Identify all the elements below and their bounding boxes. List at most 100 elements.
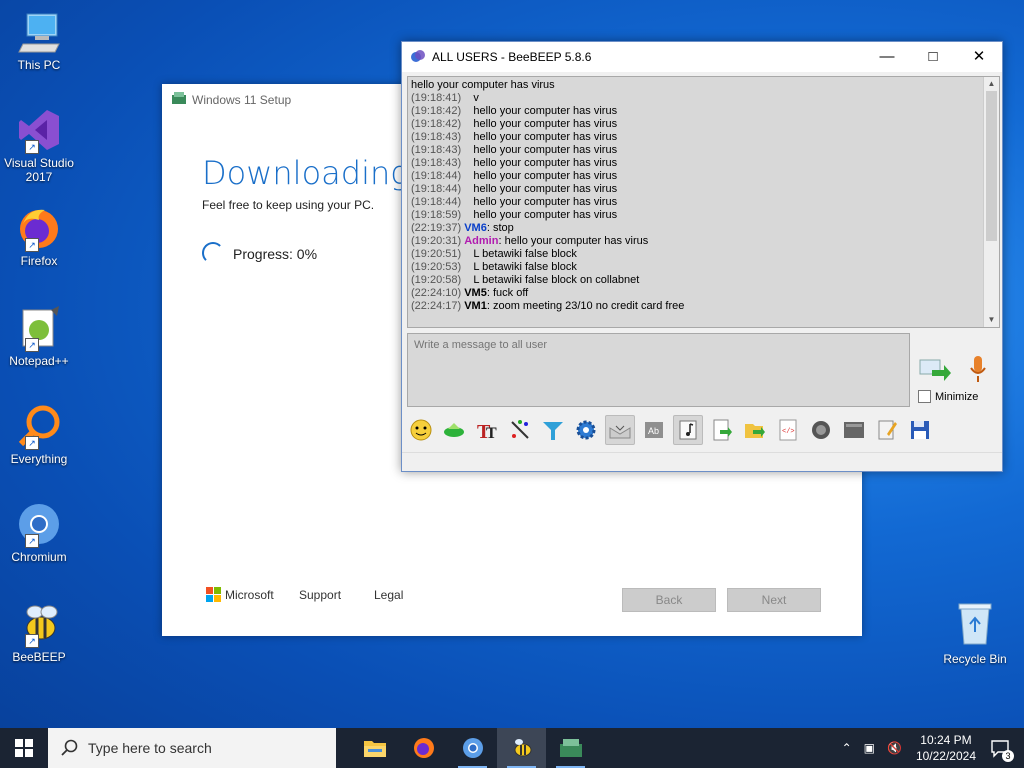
desktop-icon-label: Chromium xyxy=(11,550,67,564)
desktop-icon-chromium[interactable]: ↗ Chromium xyxy=(4,500,74,564)
message-sender[interactable]: VM6 xyxy=(464,222,487,234)
chat-toolbar: TT Ab </> xyxy=(407,412,998,448)
edit-note-icon[interactable] xyxy=(873,416,901,444)
screenshot-icon[interactable] xyxy=(807,416,835,444)
scroll-down-icon[interactable]: ▼ xyxy=(984,313,999,327)
chat-message-log[interactable]: hello your computer has virus (19:18:41) … xyxy=(407,76,1000,328)
chat-message: (22:24:10) VM5: fuck off xyxy=(411,287,529,299)
desktop-icon-label: This PC xyxy=(17,58,61,72)
message-text: fuck off xyxy=(492,287,529,299)
svg-text:Ab: Ab xyxy=(648,426,659,436)
message-text: hello your computer has virus xyxy=(473,105,618,117)
save-chat-icon[interactable] xyxy=(605,415,635,445)
scroll-up-icon[interactable]: ▲ xyxy=(984,77,999,91)
network-icon[interactable]: ▣ xyxy=(864,741,875,755)
microsoft-logo: Microsoft xyxy=(206,587,274,602)
progress-text: Progress: 0% xyxy=(233,246,318,262)
save-as-icon[interactable] xyxy=(906,416,934,444)
message-text: hello your computer has virus xyxy=(473,196,618,208)
visual-studio-icon: ↗ xyxy=(15,106,63,154)
taskbar-windows-setup[interactable] xyxy=(546,728,595,768)
send-file-icon[interactable] xyxy=(708,416,736,444)
taskbar-beebeep[interactable] xyxy=(497,728,546,768)
start-button[interactable] xyxy=(0,728,48,768)
font-icon[interactable]: TT xyxy=(473,416,501,444)
taskbar-search-box[interactable]: Type here to search xyxy=(48,728,336,768)
html-code-icon[interactable]: </> xyxy=(774,416,802,444)
desktop-icon-beebeep[interactable]: ↗ BeeBEEP xyxy=(4,600,74,664)
taskbar-firefox[interactable] xyxy=(399,728,448,768)
shortcut-arrow-icon: ↗ xyxy=(25,534,39,548)
chat-message: (19:18:42) hello your computer has virus xyxy=(411,105,999,118)
minimize-label: Minimize xyxy=(935,390,979,403)
message-sender[interactable]: Admin xyxy=(464,235,498,247)
message-sender[interactable]: VM1 xyxy=(464,300,487,312)
desktop-icon-visual-studio[interactable]: ↗ Visual Studio 2017 xyxy=(4,106,74,184)
setup-subtitle: Feel free to keep using your PC. xyxy=(202,198,375,212)
show-hidden-icons-chevron-icon[interactable]: ⌃ xyxy=(842,741,852,755)
setup-app-icon xyxy=(172,92,186,107)
chat-message: (19:18:42) hello your computer has virus xyxy=(411,118,999,131)
chat-titlebar[interactable]: ALL USERS - BeeBEEP 5.8.6 — □ ✕ xyxy=(402,42,1002,72)
back-button[interactable]: Back xyxy=(622,588,716,612)
message-timestamp: (19:18:42) xyxy=(411,105,462,117)
chat-scrollbar[interactable]: ▲ ▼ xyxy=(983,77,999,327)
message-sender[interactable]: VM5 xyxy=(464,287,487,299)
chat-message: (19:18:43) hello your computer has virus xyxy=(411,131,999,144)
shortcut-arrow-icon: ↗ xyxy=(25,436,39,450)
message-text: zoom meeting 23/10 no credit card free xyxy=(492,300,685,312)
next-button[interactable]: Next xyxy=(727,588,821,612)
desktop-icon-label: Everything xyxy=(10,452,68,466)
chat-message: (19:18:43) hello your computer has virus xyxy=(411,144,999,157)
message-timestamp: (19:18:41) xyxy=(411,92,462,104)
desktop-icon-everything[interactable]: ↗ Everything xyxy=(4,402,74,466)
clear-chat-icon[interactable] xyxy=(840,416,868,444)
svg-text:T: T xyxy=(486,425,497,442)
taskbar-clock[interactable]: 10:24 PM 10/22/2024 xyxy=(916,732,976,764)
support-link[interactable]: Support xyxy=(299,588,341,602)
settings-gear-icon[interactable] xyxy=(572,416,600,444)
desktop-icon-recycle-bin[interactable]: Recycle Bin xyxy=(940,600,1010,666)
chat-message: (19:18:44) hello your computer has virus xyxy=(411,183,999,196)
minimize-checkbox[interactable] xyxy=(918,390,931,403)
desktop-icon-firefox[interactable]: ↗ Firefox xyxy=(4,204,74,268)
desktop-icon-notepad-plus-plus[interactable]: ↗ Notepad++ xyxy=(4,304,74,368)
message-timestamp: (19:18:44) xyxy=(411,170,462,182)
microphone-icon[interactable] xyxy=(967,354,989,384)
emoticon-icon[interactable] xyxy=(407,416,435,444)
message-timestamp: (19:18:43) xyxy=(411,157,462,169)
font-color-icon[interactable] xyxy=(506,416,534,444)
message-text: hello your computer has virus xyxy=(473,157,618,169)
message-text: hello your computer has virus xyxy=(473,183,618,195)
minimize-window-button[interactable]: — xyxy=(864,42,910,72)
message-timestamp: (19:18:59) xyxy=(411,209,462,221)
desktop-icon-this-pc[interactable]: This PC xyxy=(4,8,74,72)
chat-message: (19:18:41) v xyxy=(411,92,999,105)
minimize-option[interactable]: Minimize xyxy=(918,390,978,403)
message-input[interactable] xyxy=(412,338,906,352)
send-message-button[interactable] xyxy=(918,354,952,384)
legal-link[interactable]: Legal xyxy=(374,588,403,602)
maximize-window-button[interactable]: □ xyxy=(910,42,956,72)
taskbar-chromium[interactable] xyxy=(448,728,497,768)
shortcut-arrow-icon: ↗ xyxy=(25,338,39,352)
setup-app-icon xyxy=(559,739,582,757)
notification-center-button[interactable]: 3 xyxy=(990,738,1014,762)
taskbar-file-explorer[interactable] xyxy=(350,728,399,768)
bee-icon: ↗ xyxy=(15,600,63,648)
scrollbar-thumb[interactable] xyxy=(986,91,997,241)
chat-window-title: ALL USERS - BeeBEEP 5.8.6 xyxy=(432,50,592,64)
message-input-box[interactable] xyxy=(407,333,910,407)
chat-statusbar xyxy=(402,452,1002,471)
volume-muted-icon[interactable]: 🔇 xyxy=(887,741,902,755)
nudge-icon[interactable] xyxy=(440,416,468,444)
chat-message: hello your computer has virus xyxy=(411,79,999,92)
beebeep-chat-window: ALL USERS - BeeBEEP 5.8.6 — □ ✕ hello yo… xyxy=(401,41,1003,472)
spell-check-icon[interactable]: Ab xyxy=(640,416,668,444)
send-folder-icon[interactable] xyxy=(741,416,769,444)
sound-notification-icon[interactable] xyxy=(673,415,703,445)
filter-icon[interactable] xyxy=(539,416,567,444)
message-timestamp: (19:18:43) xyxy=(411,131,462,143)
close-window-button[interactable]: ✕ xyxy=(956,42,1002,72)
chat-message: (19:20:31) Admin: hello your computer ha… xyxy=(411,235,649,247)
